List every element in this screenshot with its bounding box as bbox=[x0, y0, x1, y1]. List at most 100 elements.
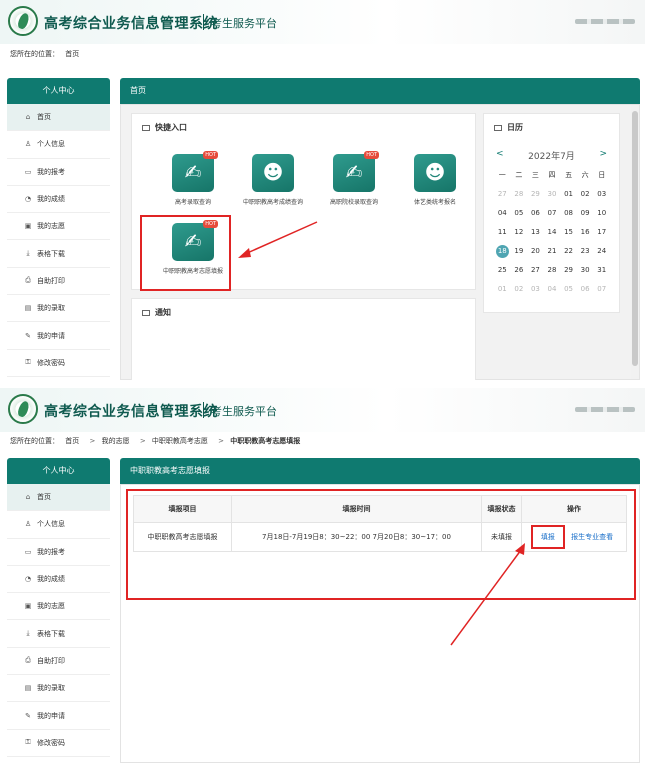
sidebar-item[interactable]: ▭ 我的报考 bbox=[7, 538, 110, 566]
sidebar-item[interactable]: ⚿ 修改密码 bbox=[7, 729, 110, 757]
sidebar-item[interactable]: ♙ 个人信息 bbox=[7, 131, 110, 159]
calendar-day[interactable]: 23 bbox=[577, 245, 594, 258]
sidebar-item[interactable]: ⤓ 表格下载 bbox=[7, 620, 110, 648]
sidebar-item[interactable]: ▣ 我的志愿 bbox=[7, 593, 110, 621]
calendar-day[interactable]: 28 bbox=[544, 264, 561, 277]
sidebar-item[interactable]: ⚿ 修改密码 bbox=[7, 349, 110, 377]
calendar-day[interactable]: 26 bbox=[511, 264, 528, 277]
wish-icon: ▣ bbox=[24, 602, 32, 611]
sidebar-item[interactable]: ▤ 我的录取 bbox=[7, 295, 110, 323]
calendar-day[interactable]: 29 bbox=[560, 264, 577, 277]
user-info-blurred[interactable] bbox=[575, 407, 635, 412]
quick-entry[interactable]: ☻ 体艺类统考报名 bbox=[394, 154, 476, 207]
sidebar-item[interactable]: ✎ 我的申请 bbox=[7, 702, 110, 730]
sidebar-item[interactable]: ▭ 我的报考 bbox=[7, 158, 110, 186]
edit-doc-icon[interactable]: ✍ HOT bbox=[172, 151, 218, 192]
sidebar-item[interactable]: ▣ 我的志愿 bbox=[7, 213, 110, 241]
calendar-day[interactable]: 08 bbox=[560, 207, 577, 220]
sidebar: 个人中心 ⌂ 首页 ♙ 个人信息 ▭ 我的报考 ◔ 我的成绩 ▣ 我的志愿 ⤓ 表格下载 ⎙ 自助打印 ▤ 我… bbox=[7, 78, 110, 380]
sidebar-item-label: 修改密码 bbox=[37, 738, 65, 747]
calendar-weekday: 日 bbox=[598, 171, 606, 179]
calendar-day[interactable]: 19 bbox=[511, 245, 528, 258]
sidebar-item-label: 我的报考 bbox=[37, 167, 65, 176]
breadcrumb-item[interactable]: 我的志愿 bbox=[102, 437, 130, 445]
system-title: 高考综合业务信息管理系统 bbox=[44, 404, 218, 420]
calendar-day[interactable]: 30 bbox=[544, 188, 561, 201]
calendar-day[interactable]: 02 bbox=[511, 283, 528, 296]
calendar-day[interactable]: 07 bbox=[593, 283, 610, 296]
calendar-day[interactable]: 01 bbox=[560, 188, 577, 201]
calendar-day[interactable]: 03 bbox=[527, 283, 544, 296]
register-icon: ▭ bbox=[24, 167, 32, 176]
calendar-day[interactable]: 06 bbox=[527, 207, 544, 220]
calendar-day[interactable]: 04 bbox=[544, 283, 561, 296]
sidebar-item-label: 个人信息 bbox=[37, 520, 65, 529]
calendar-day[interactable]: 09 bbox=[577, 207, 594, 220]
breadcrumb-item[interactable]: 中职职教高考志愿 bbox=[152, 437, 208, 445]
sidebar-item[interactable]: ▤ 我的录取 bbox=[7, 675, 110, 703]
user-info-blurred[interactable] bbox=[575, 19, 635, 24]
calendar-day[interactable]: 01 bbox=[494, 283, 511, 296]
calendar-day[interactable]: 13 bbox=[527, 226, 544, 239]
home-icon: ⌂ bbox=[25, 493, 31, 502]
quick-entry[interactable]: ✍ HOT 高职院校录取查询 bbox=[313, 151, 395, 207]
calendar-day[interactable]: 05 bbox=[560, 283, 577, 296]
calendar-day-today[interactable]: 18 bbox=[495, 245, 509, 258]
sidebar-item[interactable]: ✎ 我的申请 bbox=[7, 322, 110, 350]
sidebar-item[interactable]: ⌂ 首页 bbox=[7, 104, 110, 132]
calendar-day[interactable]: 25 bbox=[494, 264, 511, 277]
calendar-day[interactable]: 21 bbox=[544, 245, 561, 258]
calendar-day[interactable]: 29 bbox=[527, 188, 544, 201]
calendar-day[interactable]: 10 bbox=[593, 207, 610, 220]
calendar-day[interactable]: 27 bbox=[527, 264, 544, 277]
view-major-link[interactable]: 报生专业查看 bbox=[571, 533, 613, 541]
sidebar-item[interactable]: ⌂ 首页 bbox=[7, 484, 110, 512]
calendar-day[interactable]: 03 bbox=[593, 188, 610, 201]
calendar-day[interactable]: 24 bbox=[593, 245, 610, 258]
calendar-day[interactable]: 30 bbox=[577, 264, 594, 277]
users-icon[interactable]: ☻ bbox=[414, 154, 456, 192]
scrollbar[interactable] bbox=[631, 105, 639, 379]
users-icon[interactable]: ☻ bbox=[252, 154, 294, 192]
sidebar-item-label: 我的申请 bbox=[37, 331, 65, 340]
quick-entry[interactable]: ☻ 中职职教高考成绩查询 bbox=[232, 154, 314, 207]
calendar-day[interactable]: 06 bbox=[577, 283, 594, 296]
sidebar-item[interactable]: ⎙ 自助打印 bbox=[7, 647, 110, 676]
calendar-day[interactable]: 20 bbox=[527, 245, 544, 258]
sidebar-item[interactable]: ◔ 我的成绩 bbox=[7, 565, 110, 594]
sidebar-item[interactable]: ⤓ 表格下载 bbox=[7, 240, 110, 268]
calendar-day[interactable]: 16 bbox=[577, 226, 594, 239]
lock-icon: ⚿ bbox=[25, 358, 31, 367]
calendar-day[interactable]: 17 bbox=[593, 226, 610, 239]
calendar-day[interactable]: 11 bbox=[494, 226, 511, 239]
quick-entry[interactable]: ✍ HOT 高考录取查询 bbox=[152, 151, 234, 207]
logo bbox=[8, 394, 38, 424]
main-title: 首页 bbox=[120, 78, 640, 104]
edit-doc-icon[interactable]: ✍ HOT bbox=[333, 151, 379, 192]
fill-link[interactable]: 填报 bbox=[541, 533, 555, 541]
calendar-day[interactable]: 28 bbox=[511, 188, 528, 201]
sidebar-item[interactable]: ♙ 个人信息 bbox=[7, 511, 110, 539]
sidebar-item[interactable]: ⎙ 自助打印 bbox=[7, 267, 110, 296]
calendar-day[interactable]: 07 bbox=[544, 207, 561, 220]
sidebar-item-label: 我的申请 bbox=[37, 711, 65, 720]
calendar-day[interactable]: 15 bbox=[560, 226, 577, 239]
calendar-day[interactable]: 12 bbox=[511, 226, 528, 239]
sidebar-item[interactable]: ◔ 我的成绩 bbox=[7, 185, 110, 214]
breadcrumb-item[interactable]: 首页 bbox=[65, 50, 79, 58]
user-icon: ♙ bbox=[24, 140, 32, 149]
fill-screen: 高考综合业务信息管理系统 考生服务平台 您所在的位置： 首页 > 我的志愿 > … bbox=[0, 388, 645, 763]
panel-gap bbox=[0, 380, 645, 388]
breadcrumb-current: 中职职教高考志愿填报 bbox=[230, 437, 301, 445]
calendar-day[interactable]: 22 bbox=[560, 245, 577, 258]
calendar-day[interactable]: 02 bbox=[577, 188, 594, 201]
calendar-next-button[interactable]: > bbox=[599, 149, 607, 159]
calendar-day[interactable]: 14 bbox=[544, 226, 561, 239]
scrollbar-thumb[interactable] bbox=[632, 111, 638, 366]
calendar-day[interactable]: 04 bbox=[494, 207, 511, 220]
print-icon: ⎙ bbox=[25, 276, 31, 285]
calendar-day[interactable]: 31 bbox=[593, 264, 610, 277]
calendar-day[interactable]: 27 bbox=[494, 188, 511, 201]
calendar-day[interactable]: 05 bbox=[511, 207, 528, 220]
breadcrumb-item[interactable]: 首页 bbox=[65, 437, 79, 445]
